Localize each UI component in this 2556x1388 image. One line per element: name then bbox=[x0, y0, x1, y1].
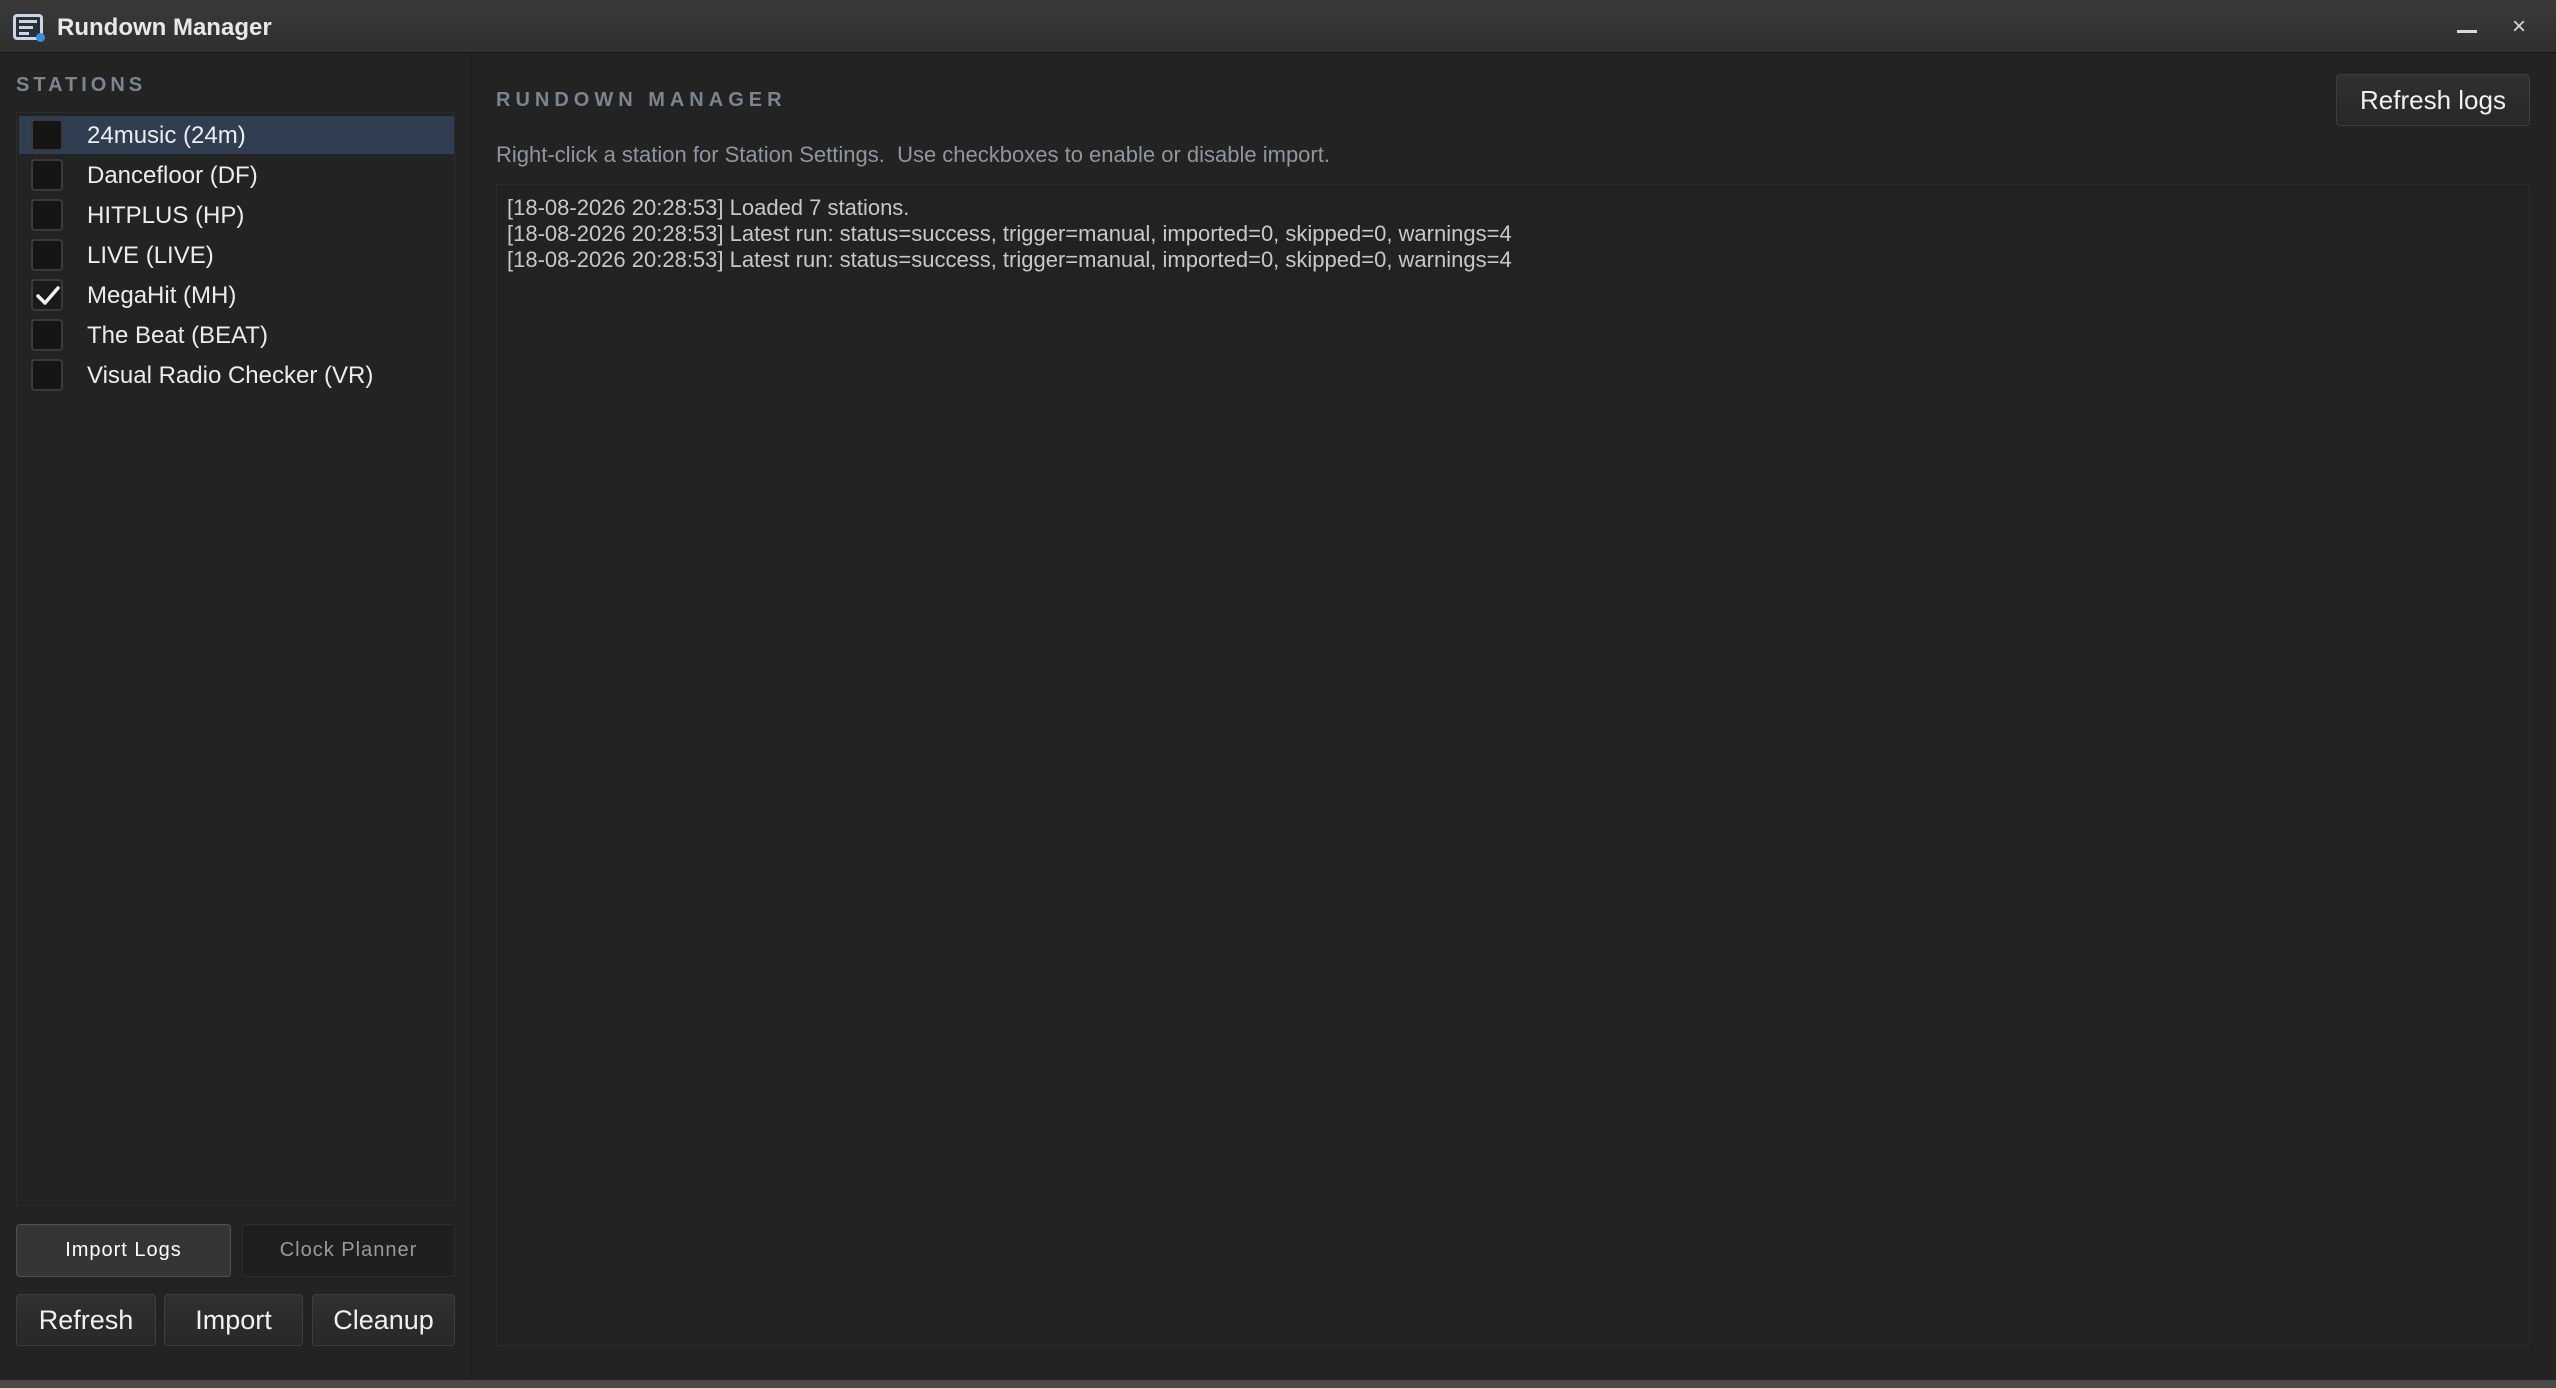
hint-text: Right-click a station for Station Settin… bbox=[496, 142, 1330, 167]
station-label: LIVE (LIVE) bbox=[87, 242, 214, 269]
app-icon bbox=[13, 14, 45, 42]
close-icon[interactable]: × bbox=[2504, 12, 2534, 42]
window-bottom-edge bbox=[0, 1380, 2556, 1388]
tab-import-logs[interactable]: Import Logs bbox=[16, 1224, 231, 1277]
station-item-live[interactable]: LIVE (LIVE) bbox=[19, 236, 454, 274]
station-checkbox[interactable] bbox=[31, 359, 63, 391]
station-label: Dancefloor (DF) bbox=[87, 162, 258, 189]
import-button[interactable]: Import bbox=[164, 1294, 303, 1346]
station-item-the-beat[interactable]: The Beat (BEAT) bbox=[19, 316, 454, 354]
tab-clock-planner[interactable]: Clock Planner bbox=[242, 1224, 455, 1277]
stations-header: STATIONS bbox=[16, 74, 147, 96]
log-output[interactable]: [18-08-2026 20:28:53] Loaded 7 stations.… bbox=[496, 184, 2530, 1346]
title-bar[interactable]: Rundown Manager × bbox=[0, 0, 2556, 53]
refresh-button[interactable]: Refresh bbox=[16, 1294, 156, 1346]
station-checkbox[interactable] bbox=[31, 159, 63, 191]
checkmark-icon bbox=[36, 286, 60, 305]
log-line: [18-08-2026 20:28:53] Loaded 7 stations. bbox=[507, 195, 910, 220]
log-line: [18-08-2026 20:28:53] Latest run: status… bbox=[507, 247, 1512, 272]
station-item-hitplus[interactable]: HITPLUS (HP) bbox=[19, 196, 454, 234]
station-label: MegaHit (MH) bbox=[87, 282, 237, 309]
station-checkbox[interactable] bbox=[31, 319, 63, 351]
station-item-24music[interactable]: 24music (24m) bbox=[19, 116, 454, 154]
log-line: [18-08-2026 20:28:53] Latest run: status… bbox=[507, 221, 1512, 246]
refresh-logs-button[interactable]: Refresh logs bbox=[2336, 74, 2530, 126]
station-label: HITPLUS (HP) bbox=[87, 202, 245, 229]
station-item-visual-radio-checker[interactable]: Visual Radio Checker (VR) bbox=[19, 356, 454, 394]
page-title: RUNDOWN MANAGER bbox=[496, 89, 787, 111]
station-label: Visual Radio Checker (VR) bbox=[87, 362, 374, 389]
cleanup-button[interactable]: Cleanup bbox=[312, 1294, 455, 1346]
station-item-megahit[interactable]: MegaHit (MH) bbox=[19, 276, 454, 314]
window-title: Rundown Manager bbox=[57, 14, 272, 41]
station-label: The Beat (BEAT) bbox=[87, 322, 268, 349]
station-item-dancefloor[interactable]: Dancefloor (DF) bbox=[19, 156, 454, 194]
station-checkbox[interactable] bbox=[31, 199, 63, 231]
station-checkbox[interactable] bbox=[31, 239, 63, 271]
panel-divider bbox=[470, 52, 471, 1388]
station-checkbox-checked[interactable] bbox=[31, 279, 63, 311]
station-checkbox[interactable] bbox=[31, 119, 63, 151]
rundown-manager-window: Rundown Manager × STATIONS 24music (24m)… bbox=[0, 0, 2556, 1388]
station-label: 24music (24m) bbox=[87, 122, 246, 149]
stations-list[interactable]: 24music (24m) Dancefloor (DF) HITPLUS (H… bbox=[16, 112, 455, 1206]
minimize-icon[interactable] bbox=[2452, 12, 2482, 42]
